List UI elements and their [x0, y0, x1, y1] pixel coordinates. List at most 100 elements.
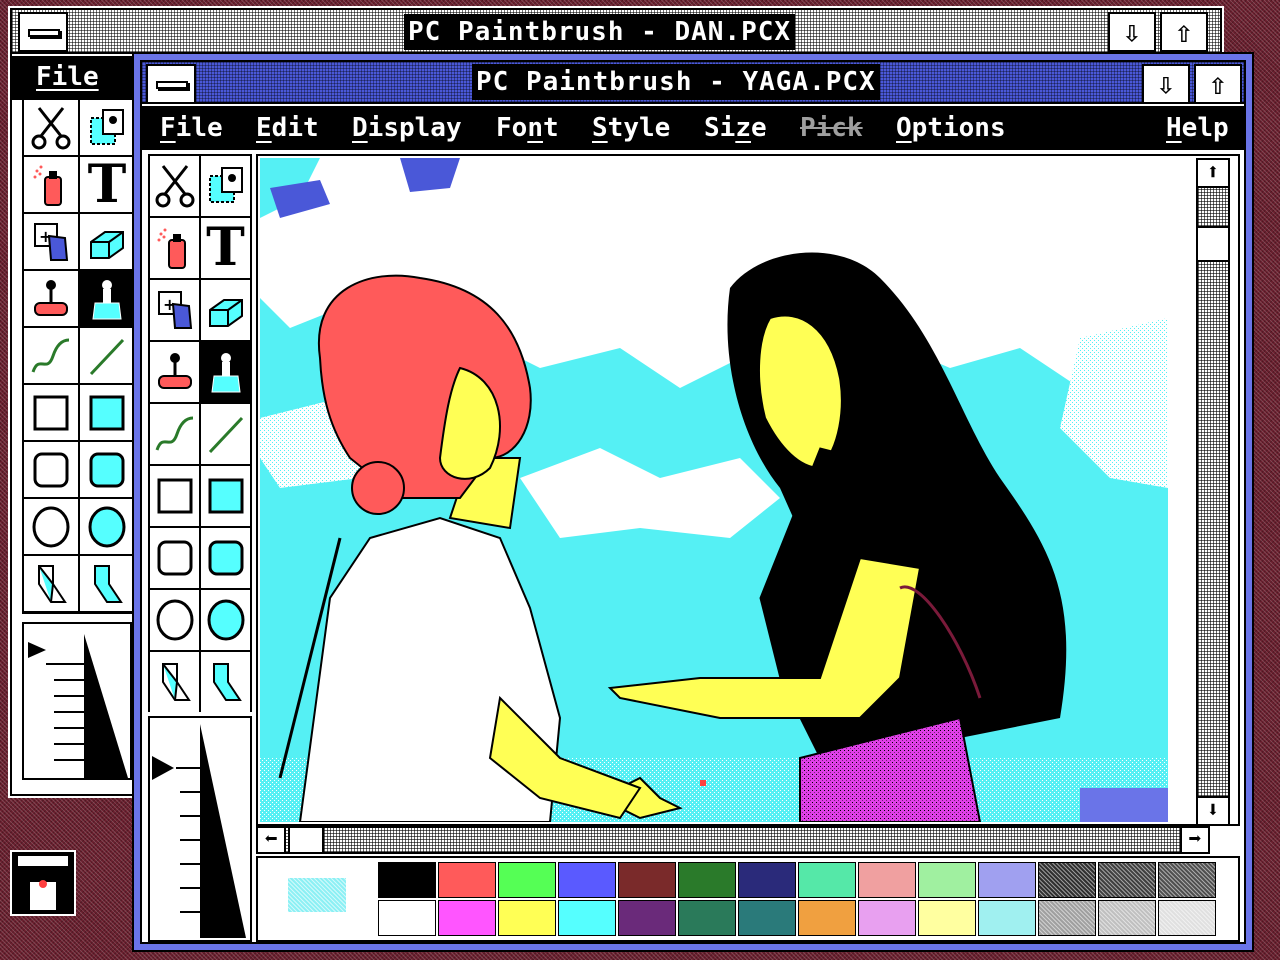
paint-roller-tool[interactable]: [150, 342, 199, 402]
menu-options[interactable]: Options: [896, 110, 1006, 146]
filled-circle-tool[interactable]: [201, 590, 250, 650]
text-tool[interactable]: T: [201, 218, 250, 278]
filled-rounded-box-tool[interactable]: [80, 442, 134, 497]
back-title-bar[interactable]: PC Paintbrush - DAN.PCX ⇩ ⇧: [12, 10, 1220, 54]
curve-tool[interactable]: [150, 404, 199, 464]
line-icon: [87, 334, 127, 378]
palette-swatch[interactable]: [858, 900, 916, 936]
menu-font[interactable]: Font: [496, 110, 559, 146]
palette-swatch[interactable]: [1098, 862, 1156, 898]
palette-swatch[interactable]: [678, 862, 736, 898]
palette-swatch[interactable]: [618, 862, 676, 898]
rounded-box-tool[interactable]: [150, 528, 199, 588]
circle-tool[interactable]: [24, 499, 78, 554]
airbrush-tool[interactable]: [150, 218, 199, 278]
paint-roller-tool[interactable]: [24, 271, 78, 326]
eraser-icon: [87, 220, 127, 264]
front-system-menu-button[interactable]: [146, 64, 196, 104]
palette-swatch[interactable]: [378, 900, 436, 936]
menu-edit[interactable]: Edit: [256, 110, 319, 146]
palette-swatch[interactable]: [738, 862, 796, 898]
text-tool[interactable]: T: [80, 157, 134, 212]
scroll-right-button[interactable]: ➡: [1180, 826, 1210, 854]
palette-swatch[interactable]: [798, 862, 856, 898]
horizontal-scroll-thumb[interactable]: [288, 826, 324, 854]
system-menu-icon: [28, 29, 60, 37]
front-title-bar[interactable]: PC Paintbrush - YAGA.PCX ⇩ ⇧: [142, 62, 1244, 104]
color-eraser-tool[interactable]: +: [24, 214, 78, 269]
palette-swatch[interactable]: [978, 900, 1036, 936]
filled-polygon-tool[interactable]: [201, 652, 250, 712]
menu-style[interactable]: Style: [592, 110, 670, 146]
front-minimize-button[interactable]: ⇩: [1142, 64, 1190, 104]
back-line-width-selector[interactable]: [22, 622, 132, 780]
palette-swatch[interactable]: [558, 900, 616, 936]
filled-circle-tool[interactable]: [80, 499, 134, 554]
palette-swatch[interactable]: [678, 900, 736, 936]
vertical-scrollbar[interactable]: ⬆ ⬇: [1196, 158, 1230, 826]
line-tool[interactable]: [80, 328, 134, 383]
polygon-tool[interactable]: [150, 652, 199, 712]
filled-polygon-tool[interactable]: [80, 556, 134, 611]
pick-tool[interactable]: [201, 156, 250, 216]
menu-file[interactable]: File: [160, 110, 223, 146]
palette-swatch[interactable]: [798, 900, 856, 936]
palette-swatch[interactable]: [378, 862, 436, 898]
back-minimize-button[interactable]: ⇩: [1108, 12, 1156, 52]
brush-tool[interactable]: [80, 271, 134, 326]
eraser-tool[interactable]: [80, 214, 134, 269]
menu-display[interactable]: Display: [352, 110, 462, 146]
palette-swatch[interactable]: [498, 900, 556, 936]
palette-swatch[interactable]: [558, 862, 616, 898]
back-menu-file[interactable]: File: [36, 62, 99, 92]
palette-swatch[interactable]: [1038, 900, 1096, 936]
canvas-artwork[interactable]: [260, 158, 1168, 822]
filled-box-tool[interactable]: [201, 466, 250, 526]
horizontal-scrollbar[interactable]: ⬅ ➡: [256, 826, 1210, 854]
palette-swatch[interactable]: [618, 900, 676, 936]
palette-swatch[interactable]: [498, 862, 556, 898]
palette-swatch[interactable]: [978, 862, 1036, 898]
scroll-down-button[interactable]: ⬇: [1196, 796, 1230, 826]
palette-swatch[interactable]: [918, 900, 976, 936]
palette-swatch[interactable]: [1158, 862, 1216, 898]
menu-size[interactable]: Size: [704, 110, 767, 146]
scroll-up-button[interactable]: ⬆: [1196, 158, 1230, 188]
rounded-box-tool[interactable]: [24, 442, 78, 497]
filled-box-icon: [206, 474, 246, 518]
drawing-canvas[interactable]: ⬆ ⬇: [256, 154, 1240, 826]
color-eraser-tool[interactable]: +: [150, 280, 199, 340]
polygon-tool[interactable]: [24, 556, 78, 611]
line-tool[interactable]: [201, 404, 250, 464]
palette-swatch[interactable]: [918, 862, 976, 898]
circle-tool[interactable]: [150, 590, 199, 650]
box-tool[interactable]: [24, 385, 78, 440]
brush-tool[interactable]: [201, 342, 250, 402]
back-maximize-button[interactable]: ⇧: [1160, 12, 1208, 52]
filled-box-tool[interactable]: [80, 385, 134, 440]
scroll-left-button[interactable]: ⬅: [256, 826, 286, 854]
front-window[interactable]: PC Paintbrush - YAGA.PCX ⇩ ⇧ File Edit D…: [132, 52, 1254, 952]
menu-help[interactable]: Help: [1166, 110, 1229, 146]
palette-swatch[interactable]: [1158, 900, 1216, 936]
floppy-disk-icon[interactable]: [10, 850, 76, 916]
palette-swatch[interactable]: [438, 900, 496, 936]
front-line-width-selector[interactable]: [148, 716, 252, 942]
eraser-tool[interactable]: [201, 280, 250, 340]
palette-swatch[interactable]: [438, 862, 496, 898]
pick-icon: [206, 164, 246, 208]
palette-swatch[interactable]: [738, 900, 796, 936]
scissors-tool[interactable]: [24, 100, 78, 155]
pick-tool[interactable]: [80, 100, 134, 155]
vertical-scroll-thumb[interactable]: [1196, 226, 1230, 262]
curve-tool[interactable]: [24, 328, 78, 383]
scissors-tool[interactable]: [150, 156, 199, 216]
airbrush-tool[interactable]: [24, 157, 78, 212]
filled-rounded-box-tool[interactable]: [201, 528, 250, 588]
box-tool[interactable]: [150, 466, 199, 526]
palette-swatch[interactable]: [1098, 900, 1156, 936]
palette-swatch[interactable]: [858, 862, 916, 898]
palette-swatch[interactable]: [1038, 862, 1096, 898]
back-system-menu-button[interactable]: [18, 12, 68, 52]
front-maximize-button[interactable]: ⇧: [1194, 64, 1242, 104]
